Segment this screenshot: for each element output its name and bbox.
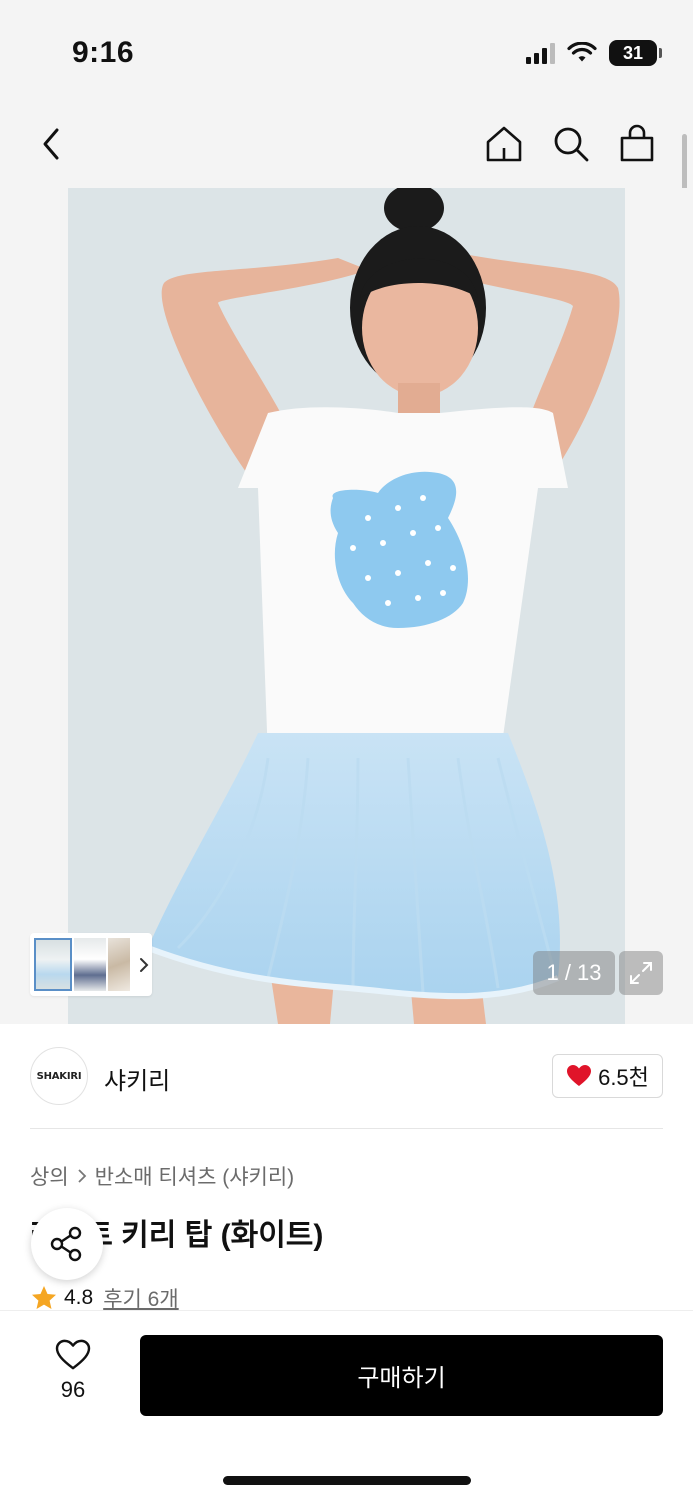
thumbnail-2[interactable] xyxy=(74,938,106,991)
wifi-icon xyxy=(567,42,597,62)
status-bar: 9:16 31 xyxy=(0,0,693,104)
search-button[interactable] xyxy=(547,120,595,168)
buy-button[interactable]: 구매하기 xyxy=(140,1335,663,1416)
rating-value: 4.8 xyxy=(64,1286,94,1309)
review-link[interactable]: 후기 6개 xyxy=(103,1283,178,1313)
thumbnail-strip[interactable] xyxy=(30,933,152,996)
wishlist-button[interactable]: 96 xyxy=(44,1339,102,1403)
brand-like-count: 6.5천 xyxy=(598,1065,649,1090)
star-icon xyxy=(32,1286,56,1309)
brand-like-button[interactable]: 6.5천 xyxy=(552,1054,663,1098)
shopping-bag-button[interactable] xyxy=(613,120,661,168)
brand-logo[interactable]: SHAKIRI xyxy=(30,1047,88,1105)
heart-filled-icon xyxy=(567,1065,592,1086)
battery-icon: 31 xyxy=(609,40,662,66)
breadcrumb-category[interactable]: 상의 xyxy=(30,1161,69,1191)
share-button[interactable] xyxy=(31,1208,103,1280)
chevron-right-icon xyxy=(77,1168,87,1184)
share-icon xyxy=(50,1226,82,1262)
heart-outline-icon xyxy=(55,1339,91,1370)
status-time: 9:16 xyxy=(72,36,135,69)
thumbnail-3[interactable] xyxy=(108,938,130,991)
brand-row: SHAKIRI 샤키리 6.5천 xyxy=(0,1024,693,1128)
home-icon xyxy=(486,126,522,162)
expand-button[interactable] xyxy=(619,951,663,995)
rating-row: 4.8 후기 6개 xyxy=(30,1283,179,1313)
gallery-page-counter: 1 / 13 xyxy=(533,951,615,995)
product-model-illustration xyxy=(68,188,625,1024)
breadcrumb: 상의 반소매 티셔츠 (샤키리) xyxy=(30,1161,294,1191)
top-nav-bar xyxy=(0,104,693,188)
shopping-bag-icon xyxy=(620,124,654,162)
home-indicator[interactable] xyxy=(223,1476,471,1485)
product-image-gallery[interactable]: 1 / 13 xyxy=(0,188,693,1024)
search-icon xyxy=(554,127,589,162)
breadcrumb-subcategory[interactable]: 반소매 티셔츠 (샤키리) xyxy=(95,1161,295,1191)
thumbnail-1[interactable] xyxy=(34,938,72,991)
chevron-right-icon xyxy=(138,956,150,974)
home-button[interactable] xyxy=(480,120,528,168)
expand-icon xyxy=(630,962,652,984)
back-button[interactable] xyxy=(28,120,76,168)
wishlist-count: 96 xyxy=(60,1377,86,1402)
battery-level: 31 xyxy=(622,42,644,63)
chevron-left-icon xyxy=(43,128,59,160)
brand-name[interactable]: 샤키리 xyxy=(104,1061,170,1096)
bottom-action-bar: 96 구매하기 xyxy=(0,1310,693,1500)
status-icons: 31 xyxy=(526,40,662,66)
product-photo[interactable] xyxy=(68,188,625,1024)
section-divider xyxy=(30,1128,663,1129)
brand-logo-text: SHAKIRI xyxy=(36,1070,82,1082)
cellular-signal-icon xyxy=(526,42,555,64)
